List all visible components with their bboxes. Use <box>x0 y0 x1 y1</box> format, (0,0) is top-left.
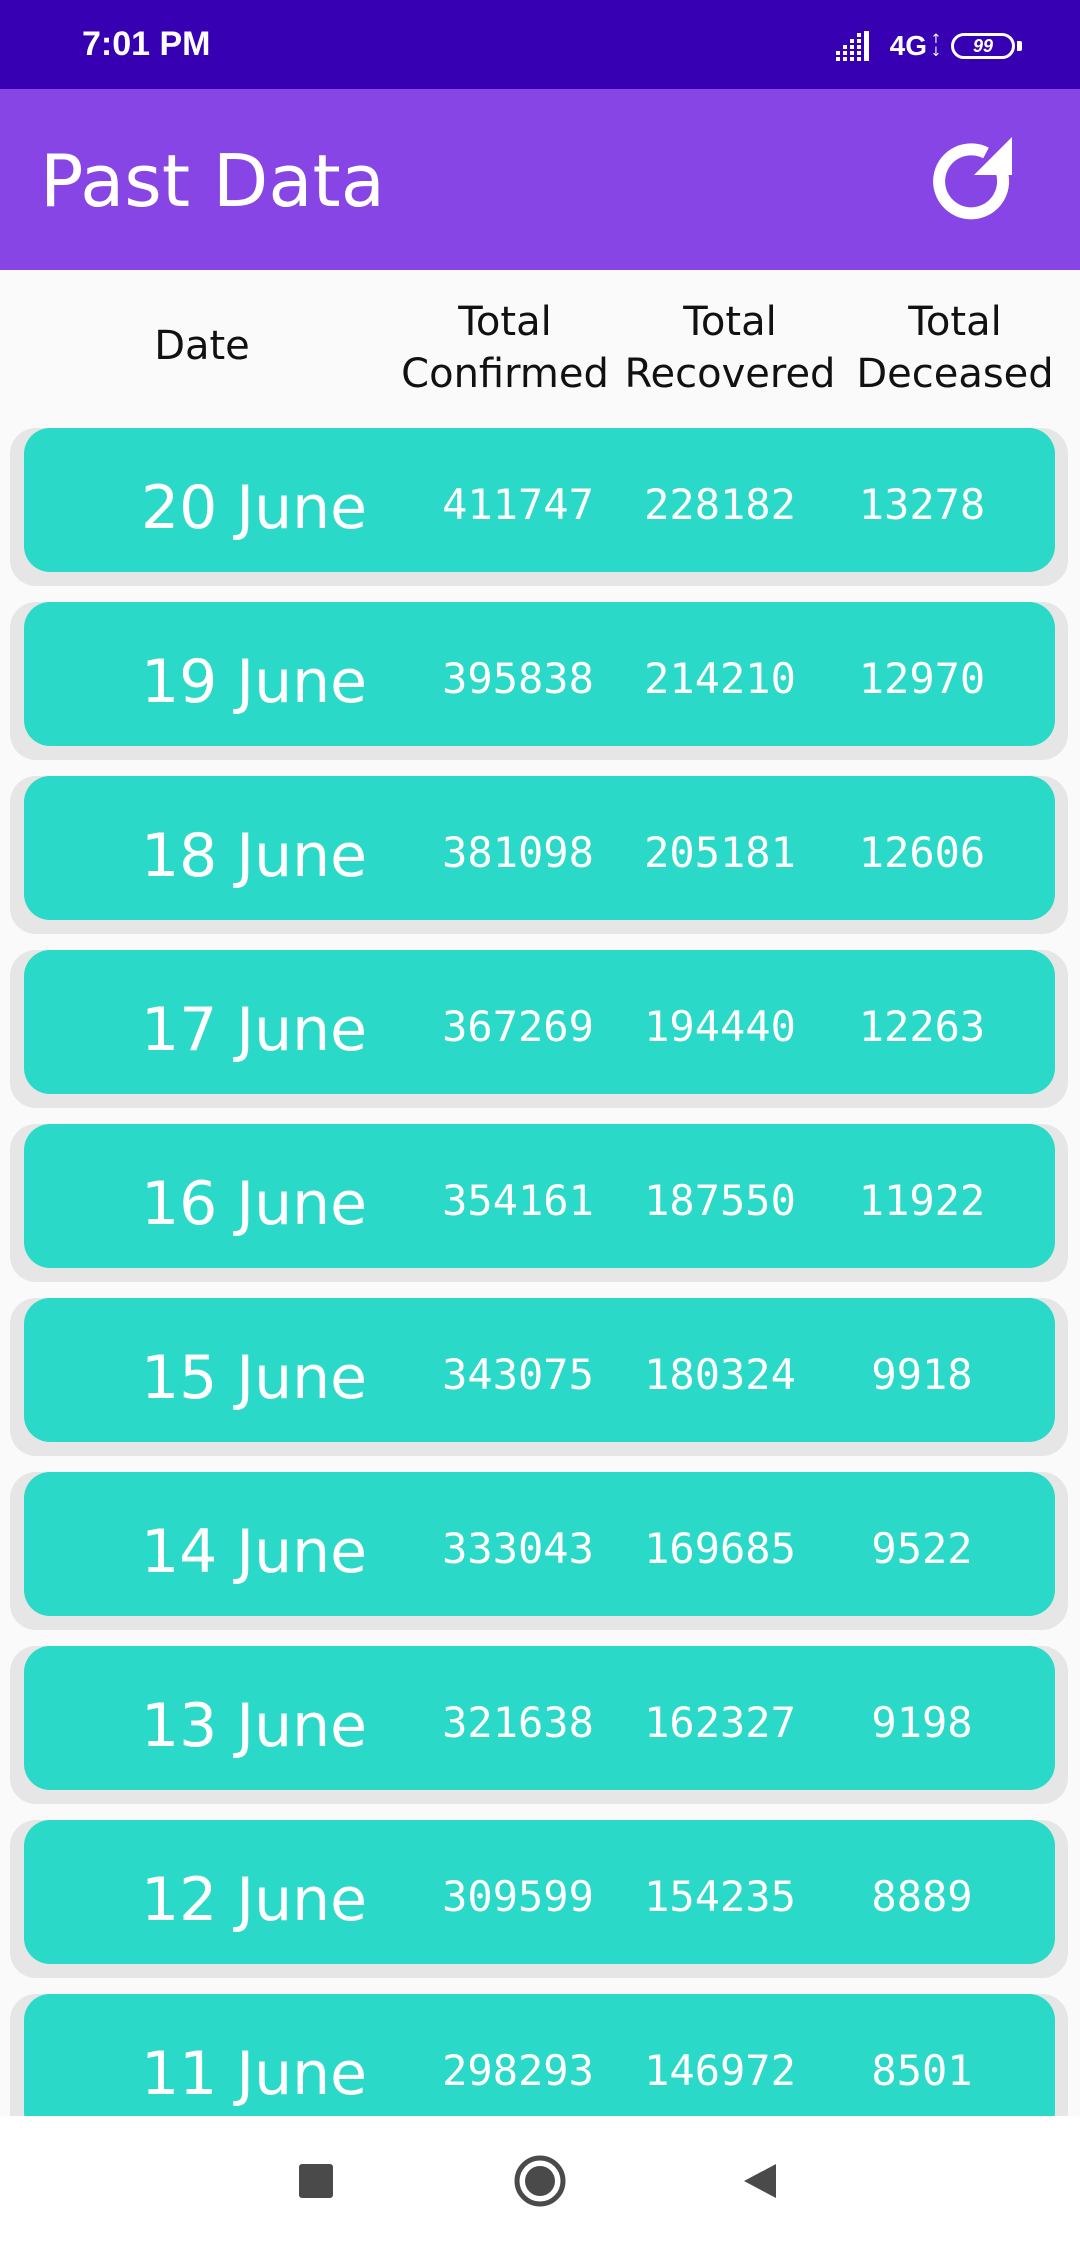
row-confirmed: 343075 <box>442 1350 594 1399</box>
row-date: 19 June <box>140 647 368 717</box>
page-title: Past Data <box>40 139 385 223</box>
row-deceased: 8889 <box>871 1872 973 1921</box>
data-row[interactable]: 16 June 354161 187550 11922 <box>24 1124 1055 1268</box>
data-row[interactable]: 11 June 298293 146972 8501 <box>24 1994 1055 2116</box>
home-circle-icon <box>514 2155 566 2207</box>
signal-icon <box>835 31 869 61</box>
battery-icon: 99 <box>951 33 1015 59</box>
status-time: 7:01 PM <box>82 25 211 63</box>
list-item: 16 June 354161 187550 11922 <box>10 1124 1068 1282</box>
row-date: 12 June <box>140 1865 368 1935</box>
row-recovered: 214210 <box>644 654 796 703</box>
row-confirmed: 333043 <box>442 1524 594 1573</box>
data-row[interactable]: 12 June 309599 154235 8889 <box>24 1820 1055 1964</box>
row-recovered: 194440 <box>644 1002 796 1051</box>
row-recovered: 205181 <box>644 828 796 877</box>
row-date: 11 June <box>140 2039 368 2109</box>
row-date: 18 June <box>140 821 368 891</box>
list-item: 12 June 309599 154235 8889 <box>10 1820 1068 1978</box>
row-date: 14 June <box>140 1517 368 1587</box>
row-deceased: 12606 <box>858 828 986 877</box>
network-type-label: 4G <box>889 30 927 61</box>
refresh-icon <box>933 137 1012 220</box>
data-row[interactable]: 18 June 381098 205181 12606 <box>24 776 1055 920</box>
home-button[interactable] <box>505 2146 575 2216</box>
row-confirmed: 354161 <box>442 1176 594 1225</box>
row-confirmed: 309599 <box>442 1872 594 1921</box>
header-total-deceased: Total Deceased <box>856 299 1054 397</box>
row-date: 17 June <box>140 995 368 1065</box>
list-item: 17 June 367269 194440 12263 <box>10 950 1068 1108</box>
list-item: 13 June 321638 162327 9198 <box>10 1646 1068 1804</box>
row-recovered: 180324 <box>644 1350 796 1399</box>
list-item: 15 June 343075 180324 9918 <box>10 1298 1068 1456</box>
row-recovered: 162327 <box>644 1698 796 1747</box>
row-deceased: 9198 <box>871 1698 973 1747</box>
header-date: Date <box>154 323 250 369</box>
list-item: 11 June 298293 146972 8501 <box>10 1994 1068 2116</box>
row-deceased: 9918 <box>871 1350 973 1399</box>
row-confirmed: 298293 <box>442 2046 594 2095</box>
row-recovered: 154235 <box>644 1872 796 1921</box>
row-confirmed: 321638 <box>442 1698 594 1747</box>
app-bar: Past Data <box>0 89 1080 270</box>
network-arrows-icon: ↑ ↓ <box>930 32 942 60</box>
row-date: 20 June <box>140 473 368 543</box>
list-item: 19 June 395838 214210 12970 <box>10 602 1068 760</box>
list-item: 20 June 411747 228182 13278 <box>10 428 1068 586</box>
row-recovered: 169685 <box>644 1524 796 1573</box>
data-row[interactable]: 20 June 411747 228182 13278 <box>24 428 1055 572</box>
row-deceased: 12970 <box>858 654 986 703</box>
data-row[interactable]: 14 June 333043 169685 9522 <box>24 1472 1055 1616</box>
list-item: 18 June 381098 205181 12606 <box>10 776 1068 934</box>
row-date: 16 June <box>140 1169 368 1239</box>
row-deceased: 11922 <box>858 1176 986 1225</box>
row-recovered: 146972 <box>644 2046 796 2095</box>
row-deceased: 12263 <box>858 1002 986 1051</box>
battery-tip <box>1017 41 1022 51</box>
row-confirmed: 411747 <box>442 480 594 529</box>
data-row[interactable]: 19 June 395838 214210 12970 <box>24 602 1055 746</box>
row-confirmed: 367269 <box>442 1002 594 1051</box>
header-total-recovered: Total Recovered <box>624 299 836 397</box>
battery-level: 99 <box>972 36 994 56</box>
data-row[interactable]: 15 June 343075 180324 9918 <box>24 1298 1055 1442</box>
row-deceased: 13278 <box>858 480 986 529</box>
list-item: 14 June 333043 169685 9522 <box>10 1472 1068 1630</box>
row-recovered: 187550 <box>644 1176 796 1225</box>
past-data-list[interactable]: 20 June 411747 228182 13278 19 June 3958… <box>0 428 1080 2116</box>
table-header: Date Total Confirmed Total Recovered Tot… <box>0 270 1080 420</box>
refresh-button[interactable] <box>922 129 1022 229</box>
back-button[interactable] <box>725 2146 795 2216</box>
row-date: 13 June <box>140 1691 368 1761</box>
data-row[interactable]: 17 June 367269 194440 12263 <box>24 950 1055 1094</box>
navigation-bar <box>0 2116 1080 2246</box>
status-icons: 4G ↑ ↓ 99 <box>835 26 1022 66</box>
data-row[interactable]: 13 June 321638 162327 9198 <box>24 1646 1055 1790</box>
row-recovered: 228182 <box>644 480 796 529</box>
status-bar: 7:01 PM 4G ↑ ↓ 99 <box>0 0 1080 89</box>
back-triangle-icon <box>744 2164 776 2198</box>
recents-button[interactable] <box>281 2146 351 2216</box>
row-date: 15 June <box>140 1343 368 1413</box>
row-confirmed: 381098 <box>442 828 594 877</box>
row-deceased: 9522 <box>871 1524 973 1573</box>
row-confirmed: 395838 <box>442 654 594 703</box>
row-deceased: 8501 <box>871 2046 973 2095</box>
header-total-confirmed: Total Confirmed <box>401 299 609 397</box>
recents-square-icon <box>299 2164 333 2198</box>
